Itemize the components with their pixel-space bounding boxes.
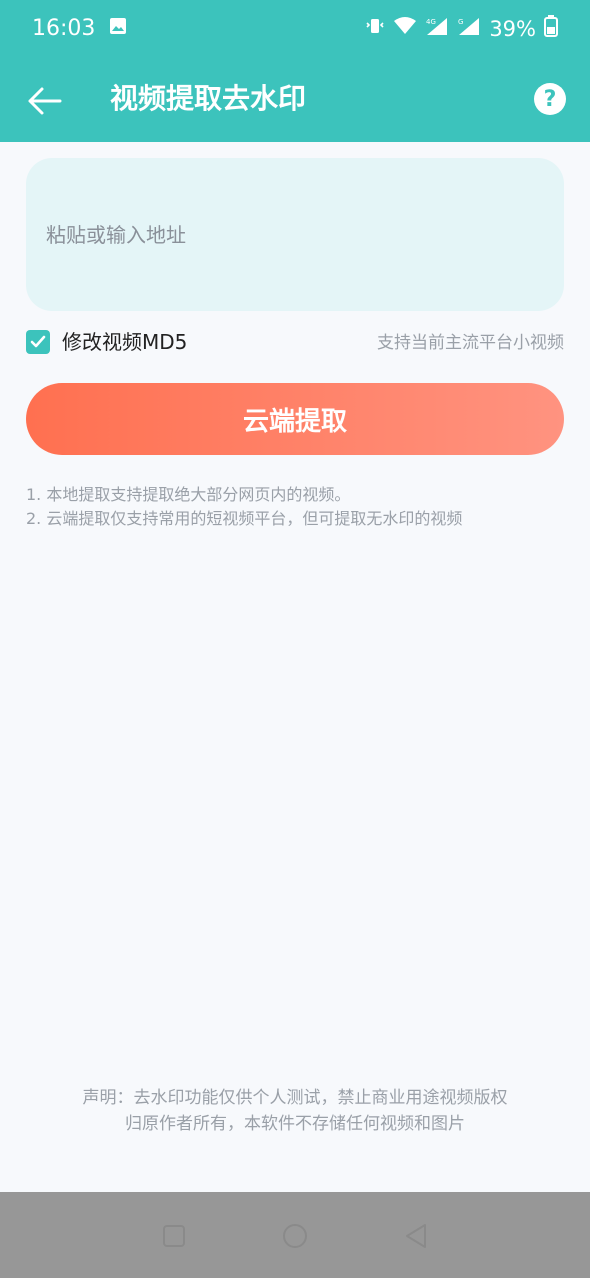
system-nav-bar bbox=[0, 1192, 590, 1278]
md5-checkbox-label[interactable]: 修改视频MD5 bbox=[62, 328, 187, 356]
question-mark-icon: ? bbox=[543, 86, 557, 112]
status-time: 16:03 bbox=[32, 16, 96, 41]
disclaimer-line: 归原作者所有，本软件不存储任何视频和图片 bbox=[125, 1114, 465, 1134]
disclaimer: 声明：去水印功能仅供个人测试，禁止商业用途视频版权 归原作者所有，本软件不存储任… bbox=[0, 1085, 590, 1137]
note-item: 1. 本地提取支持提取绝大部分网页内的视频。 bbox=[26, 485, 351, 504]
page-title: 视频提取去水印 bbox=[110, 82, 307, 115]
battery-percent: 39% bbox=[489, 16, 536, 41]
notes: 1. 本地提取支持提取绝大部分网页内的视频。 2. 云端提取仅支持常用的短视频平… bbox=[26, 483, 462, 531]
image-icon bbox=[109, 16, 127, 41]
help-button[interactable]: ? bbox=[534, 83, 566, 115]
back-nav-button[interactable] bbox=[402, 1222, 430, 1250]
recents-button[interactable] bbox=[160, 1222, 188, 1250]
signal-g-icon: G bbox=[457, 16, 481, 41]
vibrate-icon bbox=[365, 16, 385, 41]
square-icon bbox=[163, 1225, 185, 1247]
circle-icon bbox=[283, 1224, 307, 1248]
md5-checkbox[interactable] bbox=[26, 330, 50, 354]
options-row: 修改视频MD5 支持当前主流平台小视频 bbox=[26, 328, 564, 356]
supported-platforms-hint: 支持当前主流平台小视频 bbox=[377, 333, 564, 353]
note-item: 2. 云端提取仅支持常用的短视频平台，但可提取无水印的视频 bbox=[26, 509, 463, 528]
url-input-container[interactable] bbox=[26, 158, 564, 311]
signal-4g-icon: 4G bbox=[425, 16, 449, 41]
svg-text:4G: 4G bbox=[426, 18, 436, 26]
main-content: 修改视频MD5 支持当前主流平台小视频 云端提取 1. 本地提取支持提取绝大部分… bbox=[0, 142, 590, 1192]
back-button[interactable] bbox=[22, 79, 66, 123]
svg-text:G: G bbox=[458, 18, 463, 26]
triangle-back-icon bbox=[406, 1224, 426, 1248]
url-input[interactable] bbox=[46, 218, 546, 252]
arrow-left-icon bbox=[28, 87, 62, 115]
home-button[interactable] bbox=[281, 1222, 309, 1250]
wifi-icon bbox=[393, 16, 417, 41]
disclaimer-line: 声明：去水印功能仅供个人测试，禁止商业用途视频版权 bbox=[82, 1088, 508, 1108]
battery-icon bbox=[544, 15, 558, 42]
check-icon bbox=[30, 335, 46, 348]
status-bar: 16:03 4G G 39% bbox=[0, 0, 590, 57]
app-bar: 视频提取去水印 ? bbox=[0, 57, 590, 142]
cloud-extract-button[interactable]: 云端提取 bbox=[26, 383, 564, 455]
